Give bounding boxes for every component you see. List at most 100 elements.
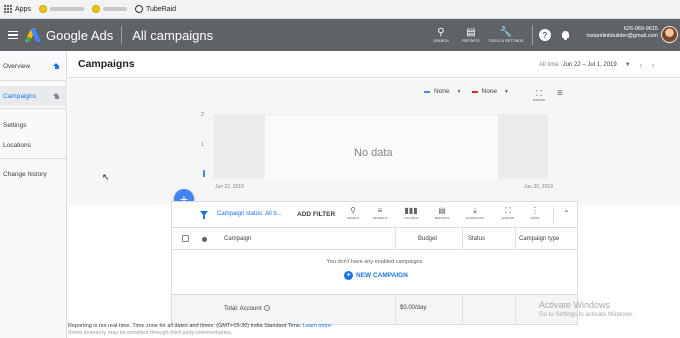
table-download-button[interactable]: ⤓ DOWNLOAD bbox=[464, 206, 486, 220]
table-header-row: Campaign Budget Status Campaign type bbox=[172, 228, 577, 250]
bookmark-apps[interactable]: Apps bbox=[4, 5, 31, 13]
footnote-line-1: Reporting is not real-time. Time zone fo… bbox=[68, 323, 302, 329]
footnote-line-2: Some inventory may be provided through t… bbox=[68, 329, 233, 336]
learn-more-link[interactable]: Learn more bbox=[303, 323, 331, 329]
metric-selector-2[interactable]: None ▼ bbox=[471, 88, 509, 95]
table-expand-button[interactable]: ⛶ EXPAND bbox=[497, 206, 519, 220]
chevron-right-icon[interactable]: › bbox=[652, 60, 655, 70]
plus-icon: + bbox=[344, 271, 353, 280]
expand-icon: ⛶ bbox=[505, 206, 511, 215]
reporting-footnote: Reporting is not real-time. Time zone fo… bbox=[68, 323, 331, 336]
table-expand-label: EXPAND bbox=[501, 216, 515, 220]
header-tools-settings-label: TOOLS & SETTINGS bbox=[488, 39, 524, 43]
column-header-campaign-type[interactable]: Campaign type bbox=[519, 236, 559, 242]
table-reports-label: REPORTS bbox=[434, 216, 450, 220]
bookmarks-bar: Apps TubeRaid bbox=[0, 0, 680, 19]
wrench-icon: 🔧 bbox=[499, 27, 513, 38]
content-toolbar: Campaigns All time Jun 22 – Jul 1, 2019 … bbox=[68, 51, 680, 78]
column-header-status[interactable]: Status bbox=[468, 236, 485, 242]
product-name: Google Ads bbox=[46, 27, 114, 43]
chart-metric-controls: None ▼ None ▼ bbox=[424, 88, 519, 95]
mouse-cursor-icon: ↖ bbox=[102, 172, 110, 182]
download-icon: ⤓ bbox=[473, 206, 477, 215]
chart-adjust-icon[interactable]: ≡ bbox=[557, 88, 563, 99]
sidebar-item-overview[interactable]: Overview bbox=[0, 56, 67, 76]
metric-1-label: None bbox=[434, 88, 450, 95]
metric-2-label: None bbox=[481, 88, 498, 95]
table-more-label: MORE bbox=[530, 216, 540, 220]
sidebar-item-label: Locations bbox=[3, 141, 31, 149]
bookmark-tuberaid[interactable]: TubeRaid bbox=[134, 5, 176, 13]
table-segment-button[interactable]: ≡ SEGMENT bbox=[369, 206, 391, 220]
y-tick-label: 2 bbox=[201, 112, 205, 118]
column-header-budget[interactable]: Budget bbox=[418, 236, 437, 242]
add-filter-button[interactable]: ADD FILTER bbox=[297, 211, 335, 218]
date-range-picker[interactable]: All time Jun 22 – Jul 1, 2019 ▼ ‹ › bbox=[539, 60, 655, 70]
home-icon bbox=[53, 92, 60, 100]
header-reports-button[interactable]: ▤ REPORTS bbox=[456, 27, 486, 43]
chart-no-data: No data bbox=[354, 147, 393, 159]
search-icon: ⚲ bbox=[437, 27, 445, 38]
total-label: Total: Account? bbox=[224, 305, 271, 312]
date-range-value: Jun 22 – Jul 1, 2019 bbox=[562, 62, 617, 68]
sidebar-item-label: Change history bbox=[3, 170, 47, 178]
sidebar: Overview Campaigns Settings Locations Ch… bbox=[0, 51, 67, 338]
header-tools: ⚲ SEARCH ▤ REPORTS 🔧 TOOLS & SETTINGS ? bbox=[426, 19, 578, 51]
sidebar-item-campaigns[interactable]: Campaigns bbox=[0, 86, 67, 106]
new-campaign-label: NEW CAMPAIGN bbox=[356, 272, 408, 279]
select-all-checkbox[interactable] bbox=[182, 235, 189, 242]
metric-1-swatch bbox=[424, 90, 430, 93]
chevron-down-icon: ▼ bbox=[624, 62, 631, 68]
collapse-chevron-up-icon[interactable]: ⌃ bbox=[563, 209, 570, 218]
column-divider bbox=[462, 228, 463, 250]
total-row: Total: Account? $0.00/day bbox=[172, 294, 577, 325]
table-columns-button[interactable]: ▮▮▮ COLUMNS bbox=[400, 206, 422, 220]
metric-selector-1[interactable]: None ▼ bbox=[424, 88, 462, 95]
segment-icon: ≡ bbox=[377, 206, 383, 215]
page-title: Campaigns bbox=[78, 58, 135, 70]
header-tools-settings-button[interactable]: 🔧 TOOLS & SETTINGS bbox=[486, 27, 526, 43]
sidebar-item-label: Settings bbox=[3, 121, 27, 129]
chevron-down-icon: ▼ bbox=[456, 88, 462, 95]
home-icon bbox=[53, 62, 60, 70]
bookmark-blurred-1[interactable] bbox=[38, 5, 84, 13]
table-more-button[interactable]: ⋮ MORE bbox=[524, 206, 546, 220]
reports-icon: ▤ bbox=[466, 27, 476, 38]
table-search-button[interactable]: ⚲ SEARCH bbox=[342, 206, 364, 220]
header-reports-label: REPORTS bbox=[462, 39, 480, 43]
column-divider bbox=[395, 228, 396, 250]
sidebar-divider bbox=[0, 108, 67, 109]
campaigns-table-card: Campaign status: All b... ADD FILTER ⚲ S… bbox=[171, 201, 578, 325]
status-dot-icon bbox=[202, 237, 207, 242]
table-filter-bar: Campaign status: All b... ADD FILTER ⚲ S… bbox=[172, 202, 577, 228]
chevron-left-icon[interactable]: ‹ bbox=[640, 60, 643, 70]
new-campaign-button[interactable]: + NEW CAMPAIGN bbox=[344, 271, 408, 280]
metric-2-swatch bbox=[471, 90, 478, 93]
chart-expand-label: EXPAND bbox=[533, 98, 546, 102]
date-range-prefix: All time bbox=[539, 62, 559, 68]
sidebar-divider bbox=[0, 80, 67, 81]
column-divider bbox=[462, 295, 463, 325]
account-info[interactable]: 626-069-9615 instantlinkbuilder@gmail.co… bbox=[568, 26, 658, 40]
activate-windows-subtitle: Go to Settings to activate Windows. bbox=[539, 312, 634, 318]
expand-icon: ⛶ bbox=[536, 89, 542, 98]
menu-icon[interactable] bbox=[0, 30, 26, 40]
info-icon[interactable]: ? bbox=[264, 305, 271, 311]
sidebar-item-change-history[interactable]: Change history bbox=[0, 164, 67, 184]
filter-icon-stem bbox=[203, 215, 205, 219]
bookmark-favicon bbox=[38, 5, 47, 13]
sidebar-item-label: Campaigns bbox=[3, 92, 36, 100]
bookmark-blurred-2[interactable] bbox=[91, 5, 127, 13]
table-reports-button[interactable]: ▤ REPORTS bbox=[431, 206, 453, 220]
sidebar-item-locations[interactable]: Locations bbox=[0, 135, 67, 155]
avatar[interactable] bbox=[661, 26, 678, 43]
campaign-status-filter[interactable]: Campaign status: All b... bbox=[217, 211, 282, 217]
header-search-button[interactable]: ⚲ SEARCH bbox=[426, 27, 456, 43]
chart-expand-button[interactable]: ⛶ EXPAND bbox=[533, 89, 546, 103]
sidebar-item-settings[interactable]: Settings bbox=[0, 115, 67, 135]
column-header-campaign[interactable]: Campaign bbox=[224, 236, 251, 242]
help-icon[interactable]: ? bbox=[539, 29, 551, 41]
x-tick-label: Jun 22, 2019 bbox=[215, 184, 244, 190]
bookmark-redacted-label bbox=[102, 7, 127, 11]
table-search-label: SEARCH bbox=[346, 216, 360, 220]
